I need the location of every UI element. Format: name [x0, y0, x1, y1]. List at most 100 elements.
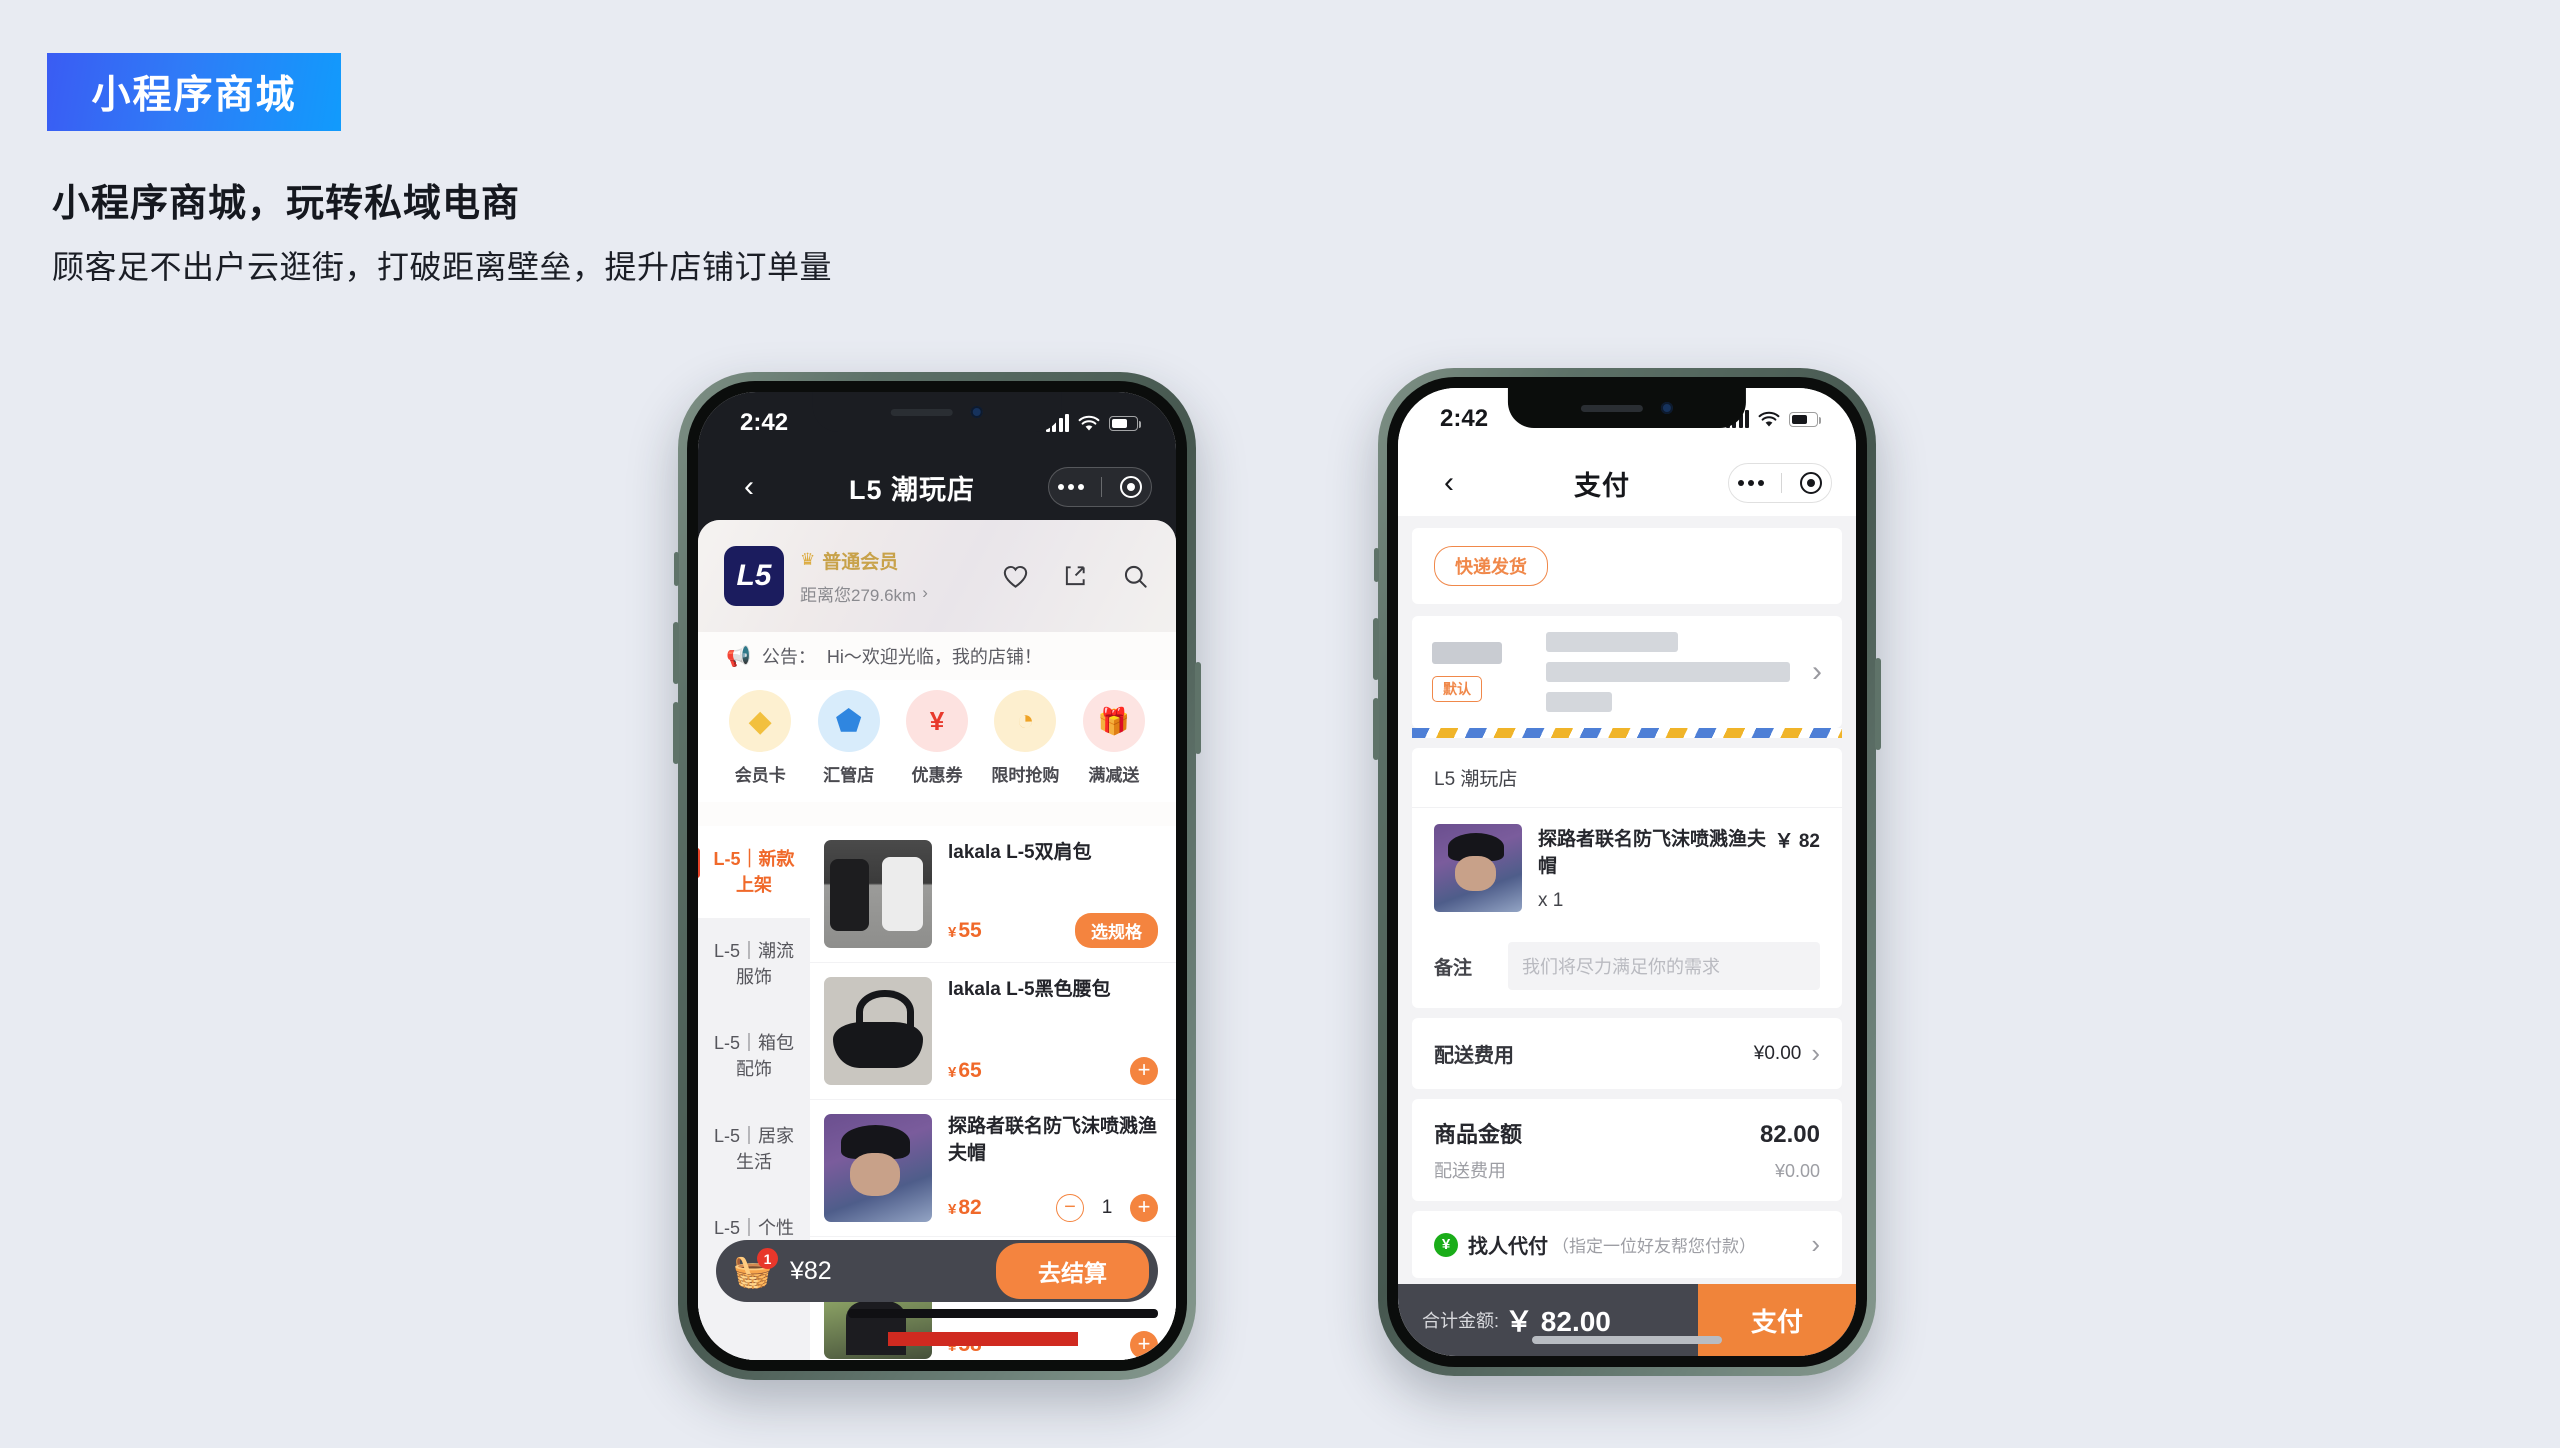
front-camera	[1661, 402, 1673, 414]
ticket-stripe-divider	[1412, 728, 1842, 738]
product-row[interactable]: lakala L-5黑色腰包 ¥65 +	[810, 963, 1176, 1100]
order-item-qty: x 1	[1538, 890, 1564, 911]
cart-bar: 🧺 1 ¥82 去结算	[716, 1240, 1158, 1302]
address-name-redacted	[1432, 642, 1502, 664]
phone-power-button	[1875, 658, 1881, 750]
back-button[interactable]: ‹	[722, 470, 776, 504]
home-indicator	[1532, 1336, 1722, 1344]
quick-entry-label: 汇管店	[823, 766, 875, 785]
shipping-method-card: 快递发货	[1412, 528, 1842, 604]
add-to-cart-button[interactable]: +	[1130, 1331, 1158, 1359]
order-item-row: 探路者联名防飞沫喷溅渔夫帽 x 1 ￥ 82	[1412, 808, 1842, 928]
cart-icon[interactable]: 🧺 1	[730, 1248, 778, 1294]
order-item-name: 探路者联名防飞沫喷溅渔夫帽	[1538, 829, 1767, 877]
pay-button[interactable]: 支付	[1698, 1284, 1856, 1356]
sidebar-item-home[interactable]: L-5｜居家生活	[698, 1103, 810, 1195]
battery-icon	[1789, 411, 1821, 427]
close-target-icon[interactable]	[1800, 472, 1823, 494]
capsule-divider	[1101, 477, 1103, 497]
product-price: ¥82	[948, 1196, 982, 1219]
crown-icon: ♛	[800, 550, 816, 569]
search-icon[interactable]	[1120, 561, 1150, 591]
pay-bar: 合计金额: ￥ 82.00 支付	[1398, 1284, 1856, 1356]
product-name: lakala L-5黑色腰包	[948, 979, 1111, 1000]
shipping-method-tag[interactable]: 快递发货	[1434, 546, 1548, 586]
decrement-button[interactable]: −	[1056, 1194, 1084, 1222]
shop-distance-label: 距离您279.6km	[800, 585, 917, 605]
close-target-icon[interactable]	[1120, 476, 1143, 498]
address-card[interactable]: 默认 ›	[1412, 616, 1842, 728]
order-note-input[interactable]: 我们将尽力满足你的需求	[1508, 942, 1820, 990]
pay-total-label: 合计金额:	[1422, 1311, 1500, 1331]
nav-title: L5 潮玩店	[848, 474, 975, 505]
product-name: lakala L-5双肩包	[948, 842, 1092, 863]
quick-entry-row: ◆ 会员卡 ⬟ 汇管店 ¥ 优惠券 ◔ 限时抢购 🎁 满减送	[698, 680, 1176, 802]
quick-entry-flashsale[interactable]: ◔ 限时抢购	[981, 690, 1069, 786]
decorative-bar-red	[888, 1332, 1078, 1346]
share-icon[interactable]	[1060, 561, 1090, 591]
more-menu-icon[interactable]	[1737, 480, 1764, 486]
member-level-label: 普通会员	[822, 551, 899, 573]
phone-volume-down	[1373, 698, 1379, 760]
miniprogram-capsule[interactable]	[1048, 467, 1152, 507]
back-button[interactable]: ‹	[1422, 466, 1476, 500]
quick-entry-coupon[interactable]: ¥ 优惠券	[893, 690, 981, 786]
phone-volume-up	[1373, 618, 1379, 680]
address-lines-redacted	[1546, 632, 1800, 712]
sidebar-item-new[interactable]: L-5｜新款上架	[698, 826, 810, 919]
gift-icon: 🎁	[1082, 690, 1145, 752]
product-price: ¥65	[948, 1059, 982, 1082]
proxy-pay-card[interactable]: ¥ 找人代付 （指定一位好友帮您付款） ›	[1412, 1211, 1842, 1278]
nav-title: 支付	[1574, 470, 1630, 501]
order-note-label: 备注	[1434, 957, 1473, 979]
phone-mockup-shop: 2:42 ‹ L5 潮玩店 L5 ♛ 普通会员 距离您279.6km › 📢 公…	[673, 372, 1201, 1380]
notch	[812, 392, 1062, 432]
page-subtitle: 顾客足不出户云逛街，打破距离壁垒，提升店铺订单量	[52, 249, 833, 285]
sidebar-item-bags[interactable]: L-5｜箱包配饰	[698, 1010, 810, 1102]
goods-amount-value: 82.00	[1759, 1121, 1820, 1148]
amount-summary-card: 商品金额 82.00 配送费用 ¥0.00	[1412, 1099, 1842, 1201]
wifi-icon	[1758, 411, 1780, 426]
product-row[interactable]: 探路者联名防飞沫喷溅渔夫帽 ¥82 − 1 +	[810, 1100, 1176, 1237]
sidebar-item-fashion[interactable]: L-5｜潮流服饰	[698, 918, 810, 1010]
quick-entry-fullreduce[interactable]: 🎁 满减送	[1070, 690, 1158, 786]
pay-total: 合计金额: ￥ 82.00	[1398, 1284, 1698, 1356]
delivery-fee-value: ¥0.00	[1753, 1042, 1802, 1064]
wifi-icon	[1078, 415, 1100, 430]
quantity-stepper[interactable]: − 1 +	[1056, 1194, 1158, 1222]
notch	[1507, 388, 1747, 428]
shop-distance[interactable]: 距离您279.6km ›	[800, 581, 1000, 606]
quick-entry-label: 优惠券	[911, 766, 963, 785]
more-menu-icon[interactable]	[1057, 484, 1084, 490]
section-badge: 小程序商城	[47, 53, 341, 131]
page-title: 小程序商城，玩转私域电商	[52, 183, 521, 225]
quick-entry-membercard[interactable]: ◆ 会员卡	[716, 690, 804, 786]
quick-entry-store[interactable]: ⬟ 汇管店	[804, 690, 892, 786]
default-address-tag: 默认	[1432, 676, 1482, 702]
store-house-icon: ⬟	[817, 690, 880, 752]
phone-screen-shop: 2:42 ‹ L5 潮玩店 L5 ♛ 普通会员 距离您279.6km › 📢 公…	[698, 392, 1176, 1360]
goods-amount-label: 商品金额	[1434, 1122, 1523, 1147]
phone-screen-payment: 2:42 ‹ 支付 快递发货 默认 › L5 潮玩店 探路者联名防飞沫喷溅渔夫帽…	[1398, 388, 1856, 1356]
megaphone-icon: 📢	[726, 645, 751, 668]
phone-bezel: 2:42 ‹ L5 潮玩店 L5 ♛ 普通会员 距离您279.6km › 📢 公…	[687, 381, 1187, 1371]
proxy-pay-hint: （指定一位好友帮您付款）	[1552, 1237, 1756, 1256]
shop-logo: L5	[724, 546, 784, 606]
miniprogram-capsule[interactable]	[1728, 463, 1832, 503]
order-shop-name: L5 潮玩店	[1412, 748, 1842, 808]
choose-spec-button[interactable]: 选规格	[1075, 913, 1158, 948]
product-row[interactable]: lakala L-5双肩包 ¥55 选规格	[810, 826, 1176, 963]
cart-total: ¥82	[790, 1256, 832, 1285]
checkout-button[interactable]: 去结算	[996, 1243, 1149, 1299]
add-to-cart-button[interactable]: +	[1130, 1057, 1158, 1085]
timer-icon: ◔	[994, 690, 1057, 752]
increment-button[interactable]: +	[1130, 1194, 1158, 1222]
quick-entry-label: 会员卡	[734, 766, 786, 785]
delivery-fee-card[interactable]: 配送费用 ¥0.00 ›	[1412, 1018, 1842, 1089]
shop-notice: 📢 公告： Hi～欢迎光临，我的店铺！	[698, 632, 1176, 680]
status-time: 2:42	[1440, 405, 1489, 432]
product-thumbnail	[824, 840, 932, 948]
order-item-thumbnail	[1434, 824, 1522, 912]
favorite-heart-icon[interactable]	[1000, 561, 1030, 591]
chevron-right-icon: ›	[922, 583, 928, 602]
